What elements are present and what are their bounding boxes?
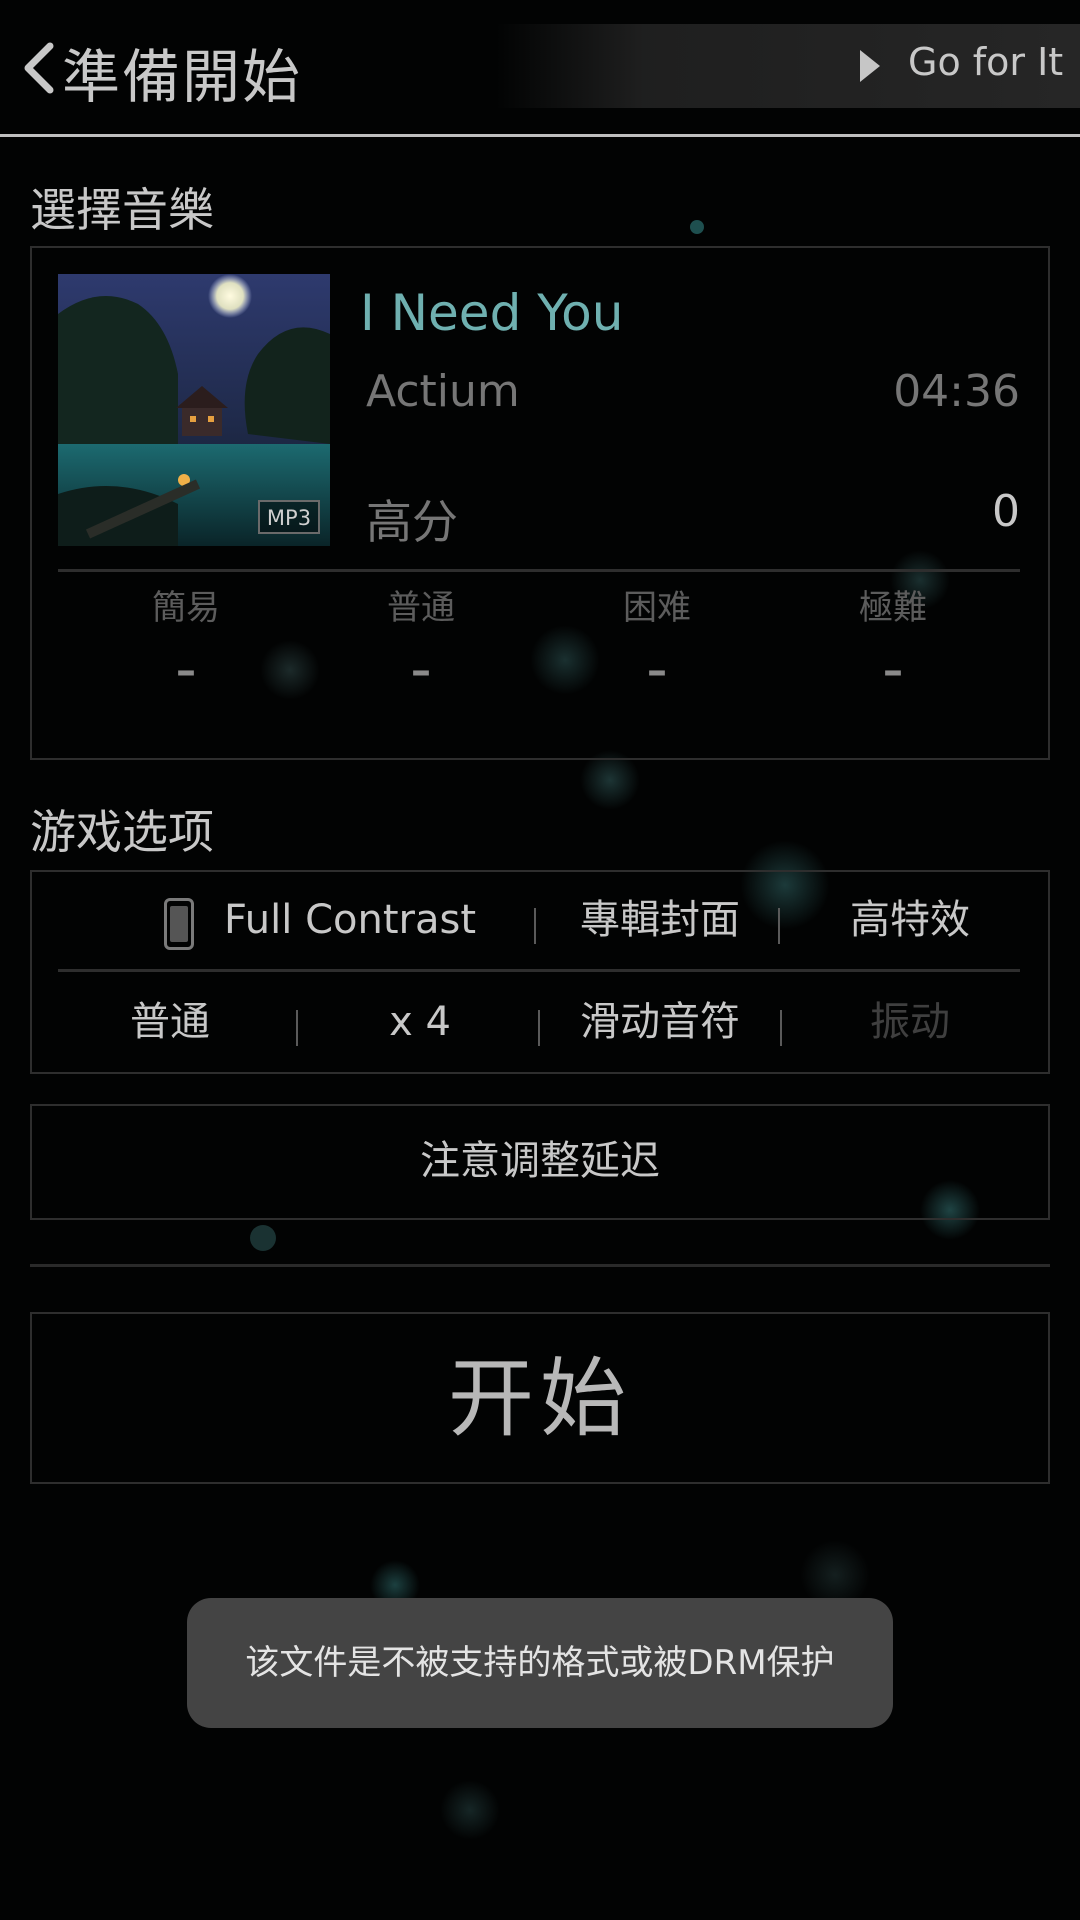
option-separator bbox=[534, 908, 536, 944]
difficulty-normal: 普通 – bbox=[303, 580, 539, 706]
option-separator bbox=[778, 908, 780, 944]
chevron-left-icon bbox=[24, 42, 54, 94]
go-for-it-button[interactable]: Go for It bbox=[496, 24, 1080, 108]
section-divider bbox=[30, 1264, 1050, 1267]
screen: 準備開始 Go for It 選擇音樂 MP3 I Need You Actiu… bbox=[0, 0, 1080, 1920]
high-score-value: 0 bbox=[992, 486, 1020, 537]
high-score-label: 高分 bbox=[366, 495, 458, 549]
bokeh-particle bbox=[250, 1225, 276, 1251]
high-effects-toggle[interactable]: 高特效 bbox=[800, 870, 1020, 970]
theme-option[interactable]: Full Contrast bbox=[200, 870, 500, 970]
go-for-it-label: Go for It bbox=[908, 40, 1064, 84]
difficulty-easy: 簡易 – bbox=[68, 580, 304, 706]
song-duration: 04:36 bbox=[893, 366, 1020, 417]
top-bar: 準備開始 Go for It bbox=[0, 0, 1080, 137]
difficulty-extreme: 極難 – bbox=[775, 580, 1011, 706]
difficulty-name: 簡易 bbox=[152, 588, 220, 628]
option-separator bbox=[538, 1010, 540, 1046]
album-art[interactable]: MP3 bbox=[58, 274, 330, 546]
difficulty-hard: 困难 – bbox=[539, 580, 775, 706]
album-cover-toggle[interactable]: 專輯封面 bbox=[560, 870, 760, 970]
song-card-divider bbox=[58, 569, 1020, 572]
song-artist: Actium bbox=[366, 366, 520, 417]
slide-notes-toggle[interactable]: 滑动音符 bbox=[560, 972, 760, 1072]
format-badge: MP3 bbox=[258, 500, 320, 534]
latency-notice-label: 注意调整延迟 bbox=[420, 1138, 660, 1184]
section-label-game-options: 游戏选项 bbox=[30, 805, 214, 859]
difficulty-score: – bbox=[176, 648, 196, 694]
difficulty-name: 困难 bbox=[623, 588, 691, 628]
difficulty-score: – bbox=[883, 648, 903, 694]
option-separator bbox=[296, 1010, 298, 1046]
speed-mode-option[interactable]: 普通 bbox=[70, 972, 270, 1072]
toast-message: 该文件是不被支持的格式或被DRM保护 bbox=[187, 1598, 893, 1728]
difficulty-name: 普通 bbox=[387, 588, 455, 628]
bokeh-particle bbox=[440, 1780, 500, 1840]
bokeh-particle bbox=[690, 220, 704, 234]
start-button[interactable]: 开始 bbox=[30, 1312, 1050, 1484]
option-separator bbox=[780, 1010, 782, 1046]
difficulty-score: – bbox=[411, 648, 431, 694]
latency-notice-button[interactable]: 注意调整延迟 bbox=[30, 1104, 1050, 1220]
start-button-label: 开始 bbox=[448, 1349, 632, 1449]
options-row-2: 普通 x 4 滑动音符 振动 bbox=[30, 972, 1048, 1072]
difficulty-name: 極難 bbox=[859, 588, 927, 628]
multiplier-option[interactable]: x 4 bbox=[320, 972, 520, 1072]
play-triangle-icon bbox=[860, 50, 880, 82]
song-title: I Need You bbox=[360, 284, 624, 342]
section-label-select-music: 選擇音樂 bbox=[30, 183, 214, 237]
vibration-toggle[interactable]: 振动 bbox=[800, 972, 1020, 1072]
difficulty-score: – bbox=[647, 648, 667, 694]
options-row-1: Full Contrast 專輯封面 高特效 bbox=[30, 870, 1048, 970]
header-divider bbox=[0, 134, 1080, 137]
phone-icon bbox=[164, 898, 194, 950]
back-button[interactable] bbox=[18, 40, 66, 96]
page-title: 準備開始 bbox=[62, 43, 303, 111]
